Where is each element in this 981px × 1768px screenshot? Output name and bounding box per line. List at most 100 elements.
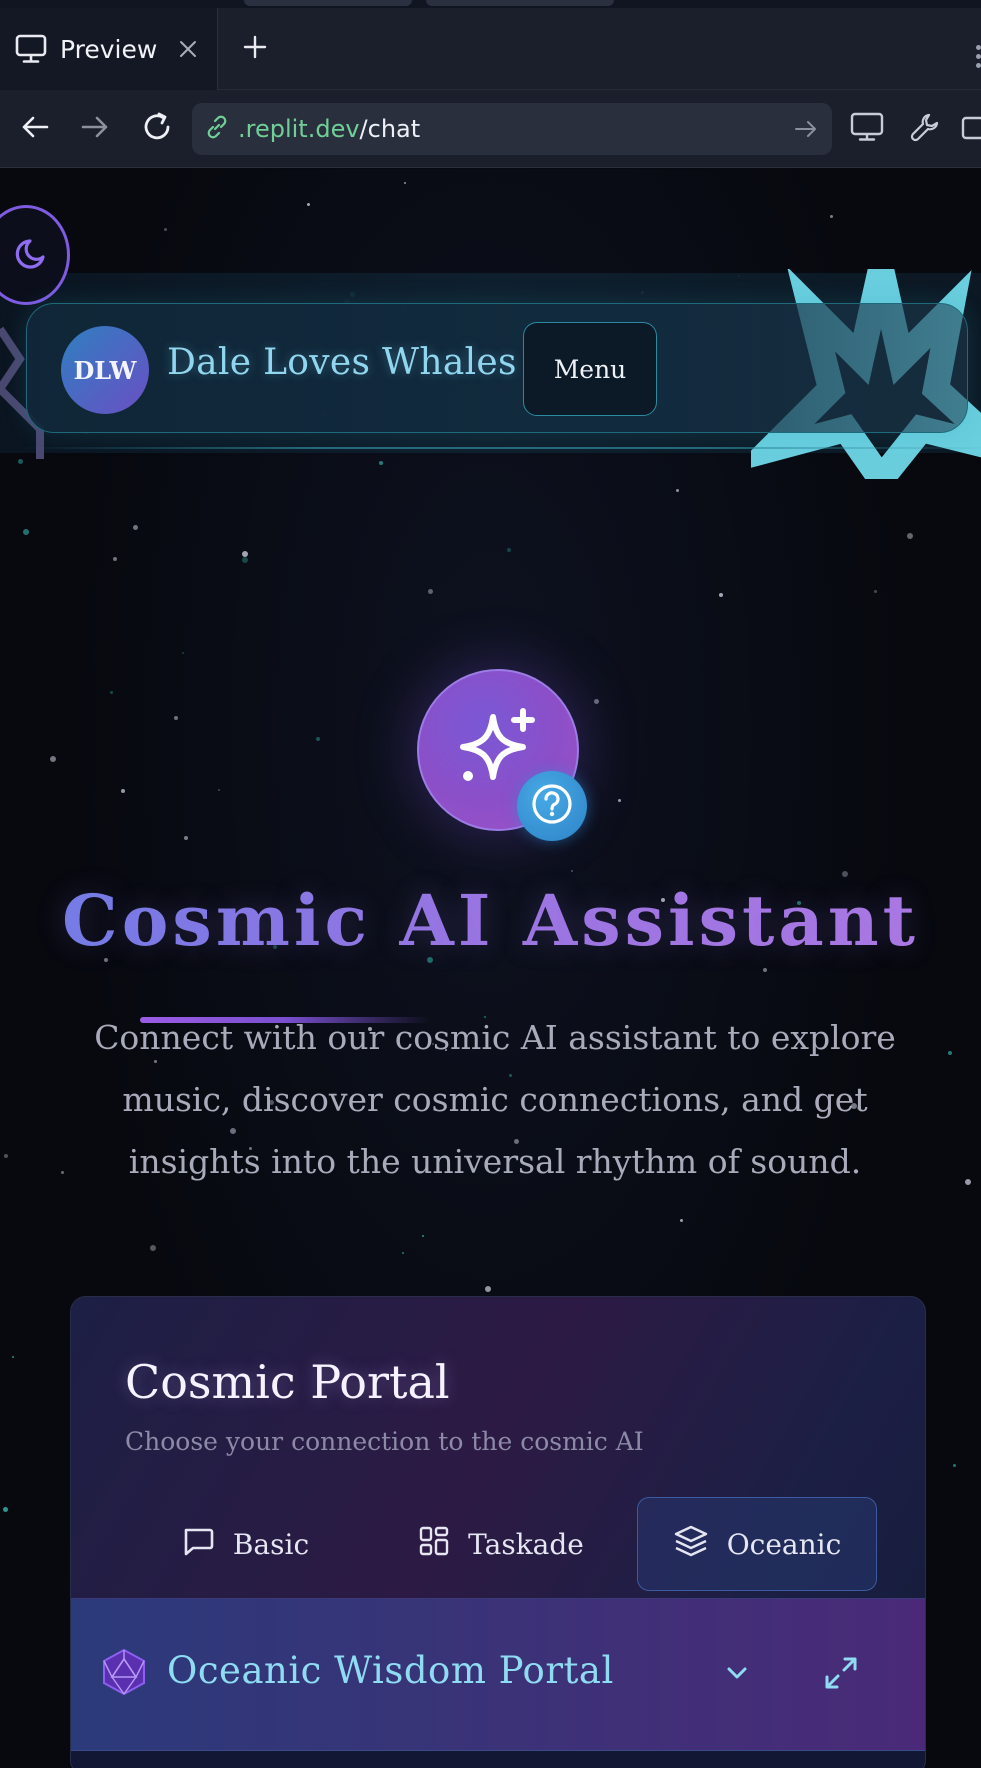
star-dot <box>23 529 29 535</box>
background-tab[interactable] <box>426 0 614 6</box>
star-dot <box>680 1219 683 1222</box>
url-path: /chat <box>359 115 421 143</box>
star-dot <box>422 1235 424 1237</box>
star-dot <box>719 593 723 597</box>
star-dot <box>4 1154 8 1158</box>
page-title: Cosmic AI Assistant <box>0 879 981 962</box>
star-dot <box>428 589 433 594</box>
back-button[interactable] <box>14 108 56 150</box>
url-domain: .replit.dev <box>238 115 360 143</box>
star-dot <box>676 489 679 492</box>
chrome-top-strip <box>0 0 981 8</box>
star-dot <box>763 968 767 972</box>
external-icon <box>960 112 981 146</box>
star-dot <box>404 182 406 184</box>
monitor-icon <box>14 32 48 66</box>
plus-icon <box>243 35 267 63</box>
geodesic-gem-icon <box>103 1648 145 1696</box>
star-dot <box>965 1179 971 1185</box>
star-dot <box>18 459 23 464</box>
go-arrow-icon[interactable] <box>792 115 820 143</box>
moon-icon <box>13 233 53 277</box>
tab-basic[interactable]: Basic <box>125 1497 365 1591</box>
portal-subtitle: Choose your connection to the cosmic AI <box>125 1427 644 1456</box>
star-dot <box>242 551 248 557</box>
cosmic-portal-card: Cosmic Portal Choose your connection to … <box>70 1296 926 1768</box>
star-dot <box>953 1464 956 1467</box>
star-dot <box>184 836 188 840</box>
star-dot <box>307 203 310 206</box>
reload-button[interactable] <box>136 108 178 150</box>
close-icon[interactable] <box>173 34 203 64</box>
star-dot <box>182 652 184 654</box>
star-dot <box>3 1507 8 1512</box>
wrench-icon <box>909 111 941 147</box>
star-dot <box>113 557 117 561</box>
star-dot <box>874 590 877 593</box>
tab-preview[interactable]: Preview <box>0 8 218 90</box>
devtools-button[interactable] <box>904 108 946 150</box>
help-circle-icon <box>530 782 574 830</box>
star-dot <box>948 1051 952 1055</box>
portal-content-area <box>71 1750 925 1768</box>
brand-name[interactable]: Dale Loves Whales <box>167 342 517 383</box>
oceanic-portal-header[interactable]: Oceanic Wisdom Portal <box>71 1598 925 1750</box>
site-header: DLW Dale Loves Whales Menu <box>26 303 968 433</box>
oceanic-portal-title: Oceanic Wisdom Portal <box>167 1649 614 1692</box>
tab-title: Preview <box>60 34 158 64</box>
chevron-down-icon[interactable] <box>719 1655 755 1691</box>
header-divider <box>20 447 981 449</box>
forward-arrow-icon <box>81 115 109 143</box>
devices-button[interactable] <box>846 108 888 150</box>
star-dot <box>402 1252 404 1254</box>
help-button[interactable] <box>517 771 587 841</box>
tab-taskade[interactable]: Taskade <box>381 1497 621 1591</box>
back-arrow-icon <box>21 115 49 143</box>
star-dot <box>121 789 125 793</box>
browser-nav-bar: .replit.dev/chat <box>0 90 981 168</box>
open-external-button[interactable] <box>960 108 981 150</box>
layers-icon <box>673 1524 709 1565</box>
layout-grid-icon <box>418 1525 450 1564</box>
star-dot <box>907 533 913 539</box>
url-bar[interactable]: .replit.dev/chat <box>192 103 832 155</box>
star-dot <box>164 228 167 231</box>
chat-bubble-icon <box>181 1524 215 1565</box>
page-description: Connect with our cosmic AI assistant to … <box>94 1018 896 1181</box>
star-dot <box>379 461 383 465</box>
more-options-icon[interactable] <box>971 42 981 72</box>
star-dot <box>316 737 320 741</box>
star-dot <box>842 871 848 877</box>
monitor-icon <box>850 112 884 146</box>
star-dot <box>571 870 573 872</box>
star-dot <box>485 1286 491 1292</box>
portal-title: Cosmic Portal <box>125 1355 450 1409</box>
reload-icon <box>141 111 173 147</box>
tab-label: Basic <box>232 1527 310 1561</box>
tab-oceanic[interactable]: Oceanic <box>637 1497 877 1591</box>
star-dot <box>830 215 833 218</box>
menu-button[interactable]: Menu <box>523 322 657 416</box>
background-tab[interactable] <box>244 0 412 6</box>
url-text: .replit.dev/chat <box>238 115 420 143</box>
star-dot <box>242 557 248 563</box>
browser-tab-bar: Preview <box>0 8 981 90</box>
star-dot <box>150 1245 156 1251</box>
star-dot <box>174 716 178 720</box>
logo[interactable]: DLW <box>61 326 149 414</box>
star-dot <box>507 548 511 552</box>
tab-label: Oceanic <box>726 1527 842 1561</box>
expand-icon[interactable] <box>821 1653 861 1693</box>
star-dot <box>50 756 56 762</box>
star-dot <box>12 1356 14 1358</box>
portal-tabs: Basic Taskade Oceanic <box>125 1497 877 1591</box>
star-dot <box>594 699 599 704</box>
star-dot <box>618 799 621 802</box>
tab-label: Taskade <box>468 1527 584 1561</box>
new-tab-button[interactable] <box>238 32 272 66</box>
star-dot <box>110 691 113 694</box>
page-viewport: DLW Dale Loves Whales Menu Cosmic AI Ass… <box>0 169 981 1768</box>
forward-button[interactable] <box>74 108 116 150</box>
link-icon <box>204 114 230 144</box>
star-dot <box>133 525 138 530</box>
